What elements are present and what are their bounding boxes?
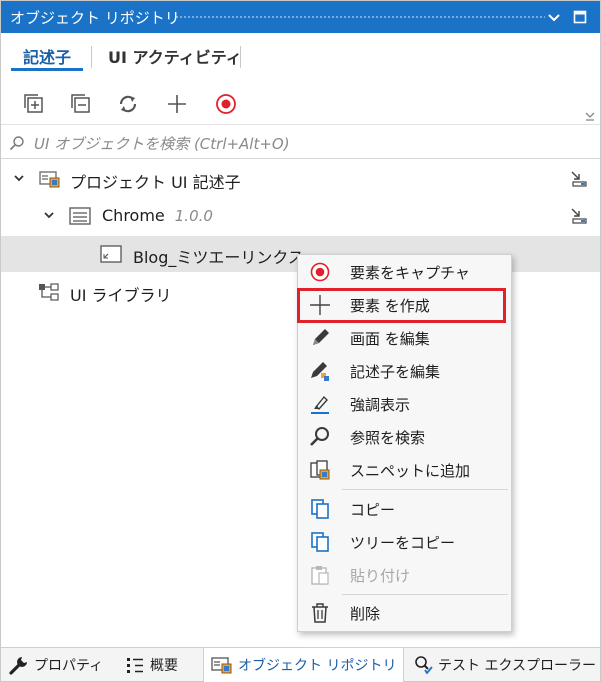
bottom-panel-tabs: プロパティ 概要 オブジェクト リポジトリ テスト エクスプローラー [1,647,600,682]
tree-node-label: UI ライブラリ [70,286,172,305]
refresh-icon[interactable] [115,91,141,117]
bottom-tab-label: テスト エクスプローラー [438,658,597,674]
menu-item-label: 強調表示 [350,396,411,414]
project-descriptor-icon [39,171,60,188]
record-icon[interactable] [213,91,239,117]
highlight-annotation-box [297,288,506,323]
tab-descriptors[interactable]: 記述子 [10,44,84,71]
menu-item-label: 要素をキャプチャ [350,264,470,282]
app-version: 1.0.0 [174,207,213,225]
menu-item-delete[interactable]: 削除 [299,597,510,630]
menu-item-highlight[interactable]: 強調表示 [299,388,510,421]
ui-library-icon [39,283,59,301]
bottom-tab-outline[interactable]: 概要 [125,648,178,682]
maximize-icon[interactable] [572,9,588,25]
bottom-tab-label: プロパティ [34,658,104,674]
tree-node-label: プロジェクト UI 記述子 [70,173,241,192]
chevron-down-icon[interactable] [12,171,26,185]
copy-icon [309,498,331,520]
repository-toolbar [1,85,600,125]
menu-item-label: 記述子を編集 [350,363,441,381]
bottom-tab-properties[interactable]: プロパティ [9,648,103,682]
navigate-icon[interactable] [569,169,589,189]
panel-title-bar[interactable]: オブジェクト リポジトリ [1,1,600,33]
outline-icon [125,655,145,675]
screen-icon [100,245,122,263]
object-repository-panel: オブジェクト リポジトリ 記述子 UI アクティビティ UI オブジェクトを検索… [0,0,601,682]
trash-icon [309,602,331,624]
tab-divider [240,46,241,68]
tree-node-label: Blog_ミツエーリンクス [133,248,304,267]
test-explorer-icon [413,655,433,675]
menu-item-label: コピー [350,501,396,519]
bottom-tab-object-repository[interactable]: オブジェクト リポジトリ [203,648,405,682]
expand-all-icon[interactable] [21,91,47,117]
menu-item-add-to-snippets[interactable]: スニペットに追加 [299,454,510,487]
menu-item-edit-screen[interactable]: 画面 を編集 [299,322,510,355]
tree-node-label: Chrome 1.0.0 [102,206,213,225]
menu-item-label: 貼り付け [350,567,411,585]
panel-title: オブジェクト リポジトリ [10,9,180,27]
collapse-all-icon[interactable] [68,91,94,117]
panel-tabs: 記述子 UI アクティビティ [1,34,600,74]
menu-item-find-references[interactable]: 参照を検索 [299,421,510,454]
menu-item-label: ツリーをコピー [350,534,456,552]
capture-icon [309,261,331,283]
search-placeholder: UI オブジェクトを検索 (Ctrl+Alt+O) [34,135,290,153]
menu-item-copy[interactable]: コピー [299,493,510,526]
add-icon[interactable] [164,91,190,117]
panel-menu-icon[interactable] [546,9,562,25]
menu-item-label: 参照を検索 [350,429,426,447]
drag-grip[interactable] [175,15,545,20]
tab-divider [91,46,92,68]
search-icon [9,136,24,151]
copy-tree-icon [309,531,331,553]
menu-separator [342,489,508,490]
wrench-icon [9,655,29,675]
pencil-color-icon [309,360,331,382]
chevron-down-icon[interactable] [42,208,56,222]
toolbar-overflow-icon[interactable] [584,109,596,121]
paste-icon [309,564,331,586]
app-name: Chrome [102,206,165,225]
bottom-tab-label: オブジェクト リポジトリ [238,658,397,674]
snippet-icon [309,459,331,481]
search-icon [309,426,331,448]
application-icon [69,207,91,225]
bottom-tab-label: 概要 [150,658,178,674]
menu-item-edit-descriptor[interactable]: 記述子を編集 [299,355,510,388]
tree-node-project[interactable]: プロジェクト UI 記述子 [1,161,600,197]
menu-item-label: 画面 を編集 [350,330,430,348]
menu-separator [342,594,508,595]
repository-icon [211,655,233,675]
pencil-icon [309,327,331,349]
navigate-icon[interactable] [569,206,589,226]
menu-item-label: スニペットに追加 [350,462,471,480]
tree-node-application[interactable]: Chrome 1.0.0 [1,198,600,234]
tab-ui-activities[interactable]: UI アクティビティ [108,44,242,68]
menu-item-capture-element[interactable]: 要素をキャプチャ [299,256,510,289]
bottom-tab-test-explorer[interactable]: テスト エクスプローラー [413,648,596,682]
highlight-icon [309,393,331,415]
menu-item-label: 削除 [350,605,381,623]
search-input[interactable]: UI オブジェクトを検索 (Ctrl+Alt+O) [1,127,600,159]
menu-item-copy-tree[interactable]: ツリーをコピー [299,526,510,559]
menu-item-paste: 貼り付け [299,559,510,592]
